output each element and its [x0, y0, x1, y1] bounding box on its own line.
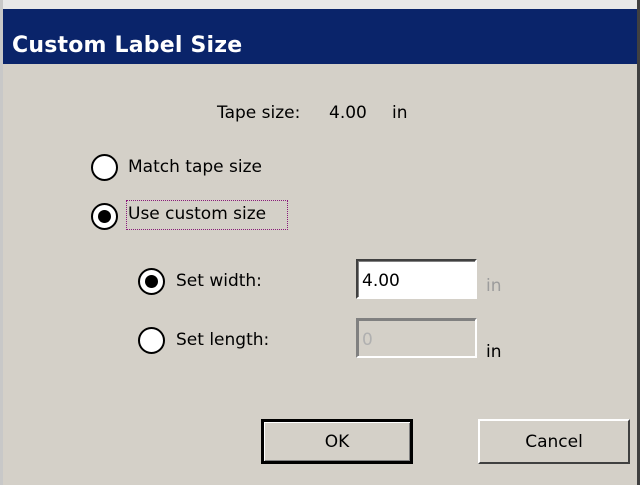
- length-unit: in: [486, 342, 502, 362]
- set-width-label[interactable]: Set width:: [176, 271, 262, 291]
- match-tape-size-radio[interactable]: [91, 154, 118, 181]
- radio-selected-dot: [98, 210, 111, 223]
- length-input[interactable]: [356, 318, 477, 358]
- use-custom-size-label[interactable]: Use custom size: [128, 204, 266, 224]
- custom-label-size-dialog: Custom Label Size Tape size: 4.00 in Mat…: [0, 0, 640, 485]
- tape-size-value: 4.00: [329, 103, 367, 123]
- use-custom-size-radio[interactable]: [91, 203, 118, 230]
- set-length-radio[interactable]: [138, 327, 165, 354]
- cancel-button[interactable]: Cancel: [478, 419, 630, 464]
- tape-size-unit: in: [392, 103, 408, 123]
- title-bar[interactable]: Custom Label Size: [3, 0, 637, 64]
- ok-button[interactable]: OK: [261, 419, 413, 464]
- tape-size-label: Tape size:: [217, 103, 301, 123]
- width-input[interactable]: [356, 259, 477, 299]
- set-width-radio[interactable]: [138, 268, 165, 295]
- width-unit: in: [486, 276, 502, 296]
- match-tape-size-label[interactable]: Match tape size: [128, 157, 262, 177]
- set-length-label[interactable]: Set length:: [176, 330, 269, 350]
- dialog-title: Custom Label Size: [12, 33, 243, 58]
- radio-selected-dot: [145, 275, 158, 288]
